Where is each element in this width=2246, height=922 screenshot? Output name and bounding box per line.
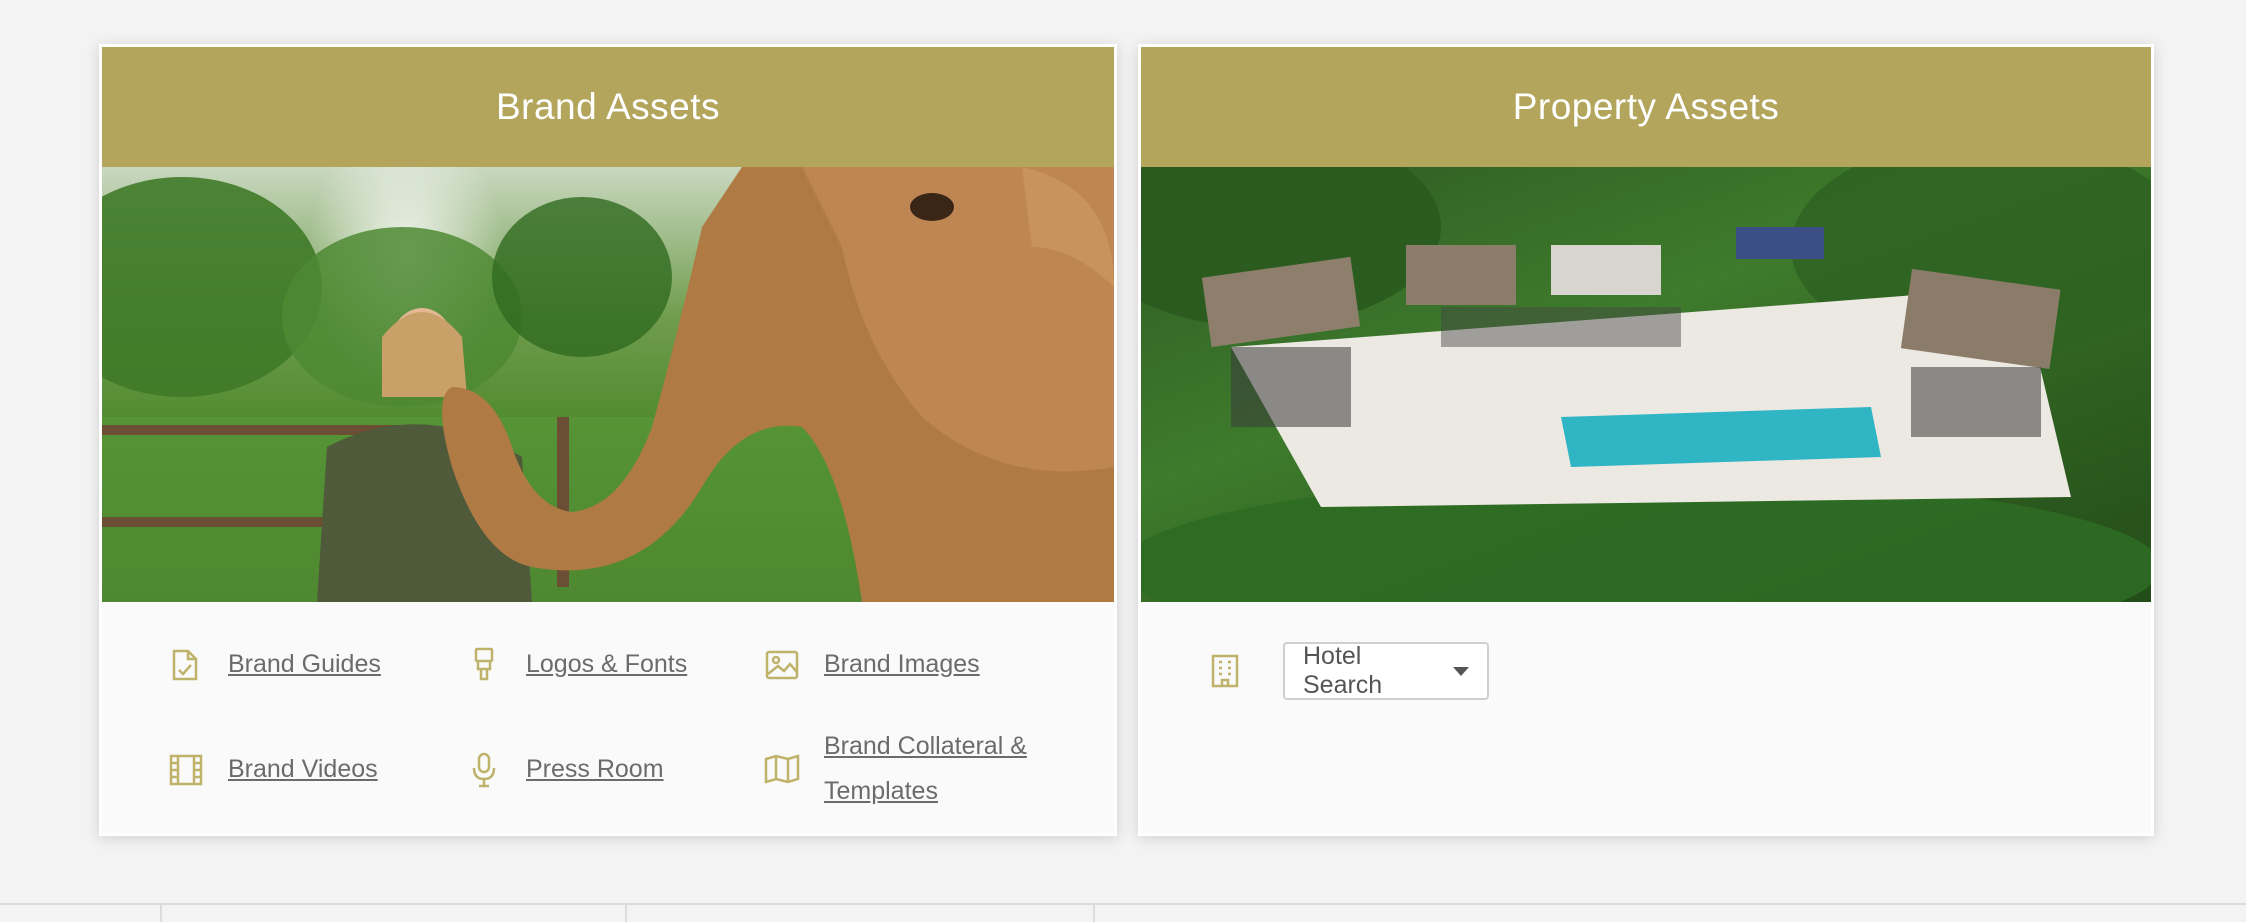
property-assets-card: Property Assets Hotel Search	[1138, 44, 2154, 836]
press-room-link[interactable]: Press Room	[526, 747, 664, 792]
film-icon	[168, 752, 204, 788]
property-assets-title: Property Assets	[1512, 86, 1780, 127]
logos-fonts-link[interactable]: Logos & Fonts	[526, 642, 687, 687]
building-icon	[1207, 653, 1243, 689]
brand-hero-image	[102, 167, 1114, 602]
property-links: Hotel Search	[1141, 602, 2151, 832]
brand-images-link[interactable]: Brand Images	[824, 642, 980, 687]
image-icon	[764, 647, 800, 683]
link-brand-guides[interactable]: Brand Guides	[168, 642, 381, 687]
brand-links: Brand Guides Logos & Fonts Brand Images	[102, 602, 1114, 832]
link-brand-images[interactable]: Brand Images	[764, 642, 980, 687]
link-logos-fonts[interactable]: Logos & Fonts	[466, 642, 687, 687]
map-icon	[764, 751, 800, 787]
hotel-search-dropdown[interactable]: Hotel Search	[1283, 642, 1489, 700]
footer-divider-tick	[1093, 905, 1095, 922]
marker-icon	[466, 647, 502, 683]
brand-assets-card: Brand Assets Brand Guides Logos & Fonts …	[99, 44, 1117, 836]
link-press-room[interactable]: Press Room	[466, 747, 664, 792]
brand-assets-header: Brand Assets	[102, 47, 1114, 167]
brand-collateral-link[interactable]: Brand Collateral & Templates	[824, 724, 1054, 814]
brand-videos-link[interactable]: Brand Videos	[228, 747, 378, 792]
hotel-search-row: Hotel Search	[1207, 642, 1489, 700]
footer-divider-tick	[160, 905, 162, 922]
brand-guides-link[interactable]: Brand Guides	[228, 642, 381, 687]
hotel-search-label: Hotel Search	[1303, 642, 1383, 699]
chevron-down-icon	[1453, 666, 1469, 676]
document-check-icon	[168, 647, 204, 683]
brand-assets-title: Brand Assets	[495, 86, 720, 127]
property-hero-image	[1141, 167, 2151, 602]
link-brand-collateral[interactable]: Brand Collateral & Templates	[764, 724, 1054, 814]
footer-divider-tick	[625, 905, 627, 922]
link-brand-videos[interactable]: Brand Videos	[168, 747, 378, 792]
property-assets-header: Property Assets	[1141, 47, 2151, 167]
microphone-icon	[466, 752, 502, 788]
footer-divider	[0, 903, 2246, 905]
